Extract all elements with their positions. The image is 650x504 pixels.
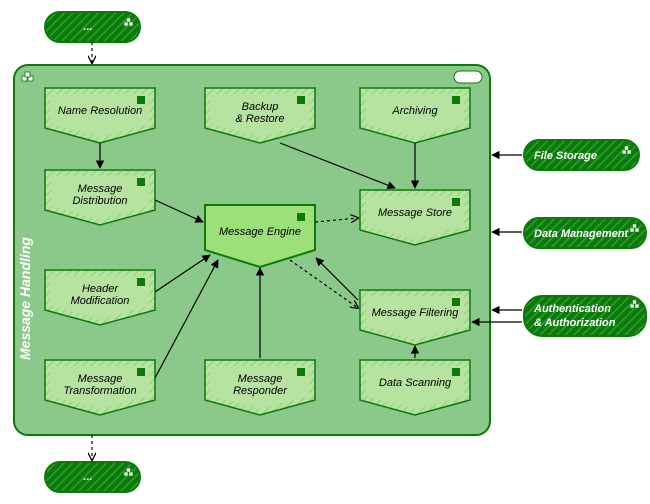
cube-icon (297, 368, 305, 376)
msg-engine-label: Message Engine (219, 226, 301, 238)
backup-label-1: Backup (242, 101, 279, 113)
archiving-label: Archiving (391, 105, 438, 117)
msg-dist-label-2: Distribution (72, 195, 127, 207)
msg-dist-label-1: Message (78, 183, 123, 195)
cube-icon (452, 198, 460, 206)
cube-icon (137, 96, 145, 104)
external-data-management: Data Management (524, 218, 646, 248)
cube-icon (137, 278, 145, 286)
external-auth: Authentication & Authorization (524, 296, 646, 336)
data-management-label: Data Management (534, 228, 629, 240)
msg-resp-label-1: Message (238, 373, 283, 385)
backup-label-2: & Restore (236, 113, 285, 125)
cube-icon (452, 368, 460, 376)
msg-trans-label-2: Transformation (63, 385, 136, 397)
bottom-pill-label: ... (83, 471, 92, 483)
external-file-storage: File Storage (524, 140, 639, 170)
bottom-pill: ... (45, 462, 140, 492)
top-pill-label: ... (83, 21, 92, 33)
container-label: Message Handling (17, 237, 33, 360)
cube-icon (297, 96, 305, 104)
file-storage-label: File Storage (534, 150, 597, 162)
cube-icon (137, 178, 145, 186)
msg-store-label: Message Store (378, 207, 452, 219)
header-mod-label-2: Modification (71, 295, 130, 307)
cube-icon (452, 298, 460, 306)
data-scanning-label: Data Scanning (379, 377, 452, 389)
cube-icon (297, 213, 305, 221)
auth-label-2: & Authorization (534, 317, 616, 329)
cube-icon (137, 368, 145, 376)
msg-filtering-label: Message Filtering (372, 307, 460, 319)
top-pill: ... (45, 12, 140, 42)
cube-icon (452, 96, 460, 104)
msg-trans-label-1: Message (78, 373, 123, 385)
name-resolution-label: Name Resolution (58, 105, 142, 117)
msg-resp-label-2: Responder (233, 385, 288, 397)
auth-label-1: Authentication (533, 303, 611, 315)
header-mod-label-1: Header (82, 283, 119, 295)
